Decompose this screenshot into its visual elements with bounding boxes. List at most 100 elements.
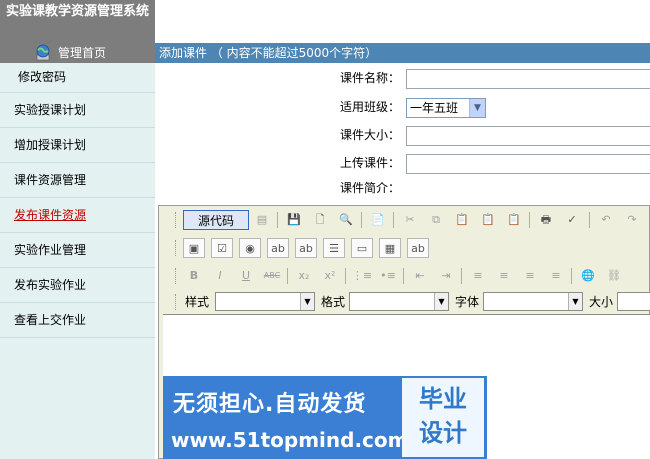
editor-toolbar-row-4: 样式 ▼ 格式 ▼ 字体 ▼ 大小 xyxy=(159,290,650,314)
underline-button[interactable]: U xyxy=(235,266,257,286)
chevron-down-icon: ▼ xyxy=(300,293,314,310)
editor-toolbar-row-3: B I U ABC x₂ x² ⋮≡ •≡ ⇤ ⇥ ≡ ≡ ≡ ≡ 🌐 ⛓ xyxy=(159,264,650,288)
sidebar-item-add-teaching-plan[interactable]: 增加授课计划 xyxy=(0,128,155,163)
intro-row: 课件简介： xyxy=(155,177,650,200)
form-icon[interactable]: ▣ xyxy=(183,238,205,258)
panel-title: 添加课件 （ 内容不能超过5000个字符） xyxy=(155,43,650,63)
align-left-icon[interactable]: ≡ xyxy=(467,266,489,286)
editor-toolbar-row-1: 源代码 ▤ 💾 🗋 🔍 📄 ✂ ⧉ 📋 📋 📋 🖶 ✓ ↶ ↷ xyxy=(159,208,650,232)
intro-label: 课件简介： xyxy=(339,181,400,195)
paste-text-icon[interactable]: 📋 xyxy=(477,210,499,230)
new-page-icon[interactable]: 🗋 xyxy=(309,210,331,230)
sidebar-menu: 修改密码 实验授课计划 增加授课计划 课件资源管理 发布课件资源 实验作业管理 … xyxy=(0,63,155,338)
select-field-icon[interactable]: ☰ xyxy=(323,238,345,258)
size-select[interactable] xyxy=(617,292,650,311)
image-button-icon[interactable]: ▦ xyxy=(379,238,401,258)
cut-icon[interactable]: ✂ xyxy=(399,210,421,230)
chevron-down-icon: ▼ xyxy=(434,293,448,310)
hidden-field-icon[interactable]: ab xyxy=(407,238,429,258)
toolbar-separator xyxy=(589,212,590,228)
upload-input[interactable] xyxy=(406,154,650,174)
sidebar-item-change-password[interactable]: 修改密码 xyxy=(0,63,155,93)
strikethrough-button[interactable]: ABC xyxy=(261,266,283,286)
button-field-icon[interactable]: ▭ xyxy=(351,238,373,258)
numbered-list-icon[interactable]: ⋮≡ xyxy=(351,266,373,286)
banner-slogan: 无须担心.自动发货 xyxy=(173,392,367,417)
doc-props-icon[interactable]: ▤ xyxy=(251,210,273,230)
preview-icon[interactable]: 🔍 xyxy=(335,210,357,230)
class-select[interactable]: 一年五班 ▼ xyxy=(406,98,486,118)
paste-icon[interactable]: 📋 xyxy=(451,210,473,230)
bold-button[interactable]: B xyxy=(183,266,205,286)
size-label: 课件大小： xyxy=(339,128,400,142)
toolbar-separator xyxy=(461,268,462,284)
app-title: 实验课教学资源管理系统 xyxy=(0,0,155,43)
size-row: 课件大小： xyxy=(155,124,650,147)
bulleted-list-icon[interactable]: •≡ xyxy=(377,266,399,286)
class-row: 适用班级： 一年五班 ▼ xyxy=(155,96,650,119)
link-icon[interactable]: 🌐 xyxy=(577,266,599,286)
toolbar-separator xyxy=(345,268,346,284)
sidebar-item-view-submitted-homework[interactable]: 查看上交作业 xyxy=(0,303,155,338)
style-select[interactable]: ▼ xyxy=(215,292,315,311)
outdent-icon[interactable]: ⇤ xyxy=(409,266,431,286)
checkbox-icon[interactable]: ☑ xyxy=(211,238,233,258)
sidebar-item-publish-lab-homework[interactable]: 发布实验作业 xyxy=(0,268,155,303)
toolbar-grip xyxy=(175,212,178,228)
ad-banner[interactable]: 无须担心.自动发货 www.51topmind.com 毕业设计 xyxy=(163,376,487,459)
italic-button[interactable]: I xyxy=(209,266,231,286)
templates-icon[interactable]: 📄 xyxy=(367,210,389,230)
undo-icon[interactable]: ↶ xyxy=(595,210,617,230)
superscript-icon[interactable]: x² xyxy=(319,266,341,286)
toolbar-separator xyxy=(571,268,572,284)
paste-word-icon[interactable]: 📋 xyxy=(503,210,525,230)
toolbar-grip xyxy=(175,268,178,284)
home-link[interactable]: 管理首页 xyxy=(0,43,155,63)
save-icon[interactable]: 💾 xyxy=(283,210,305,230)
source-code-button[interactable]: 源代码 xyxy=(183,210,249,230)
copy-icon[interactable]: ⧉ xyxy=(425,210,447,230)
size-label-editor: 大小 xyxy=(589,295,614,309)
indent-icon[interactable]: ⇥ xyxy=(435,266,457,286)
unlink-icon[interactable]: ⛓ xyxy=(603,266,625,286)
sidebar: 实验课教学资源管理系统 管理首页 修改密码 实验授课计划 增加授课计划 课件资源… xyxy=(0,0,155,459)
globe-computer-icon xyxy=(34,44,52,62)
textarea-icon[interactable]: ab xyxy=(295,238,317,258)
size-input[interactable] xyxy=(406,126,650,146)
spellcheck-icon[interactable]: ✓ xyxy=(561,210,583,230)
subscript-icon[interactable]: x₂ xyxy=(293,266,315,286)
chevron-down-icon: ▼ xyxy=(469,99,485,117)
banner-badge: 毕业设计 xyxy=(402,378,484,457)
upload-label: 上传课件： xyxy=(339,156,400,170)
course-name-input[interactable] xyxy=(406,69,650,89)
font-select[interactable]: ▼ xyxy=(483,292,583,311)
redo-icon[interactable]: ↷ xyxy=(621,210,643,230)
format-select[interactable]: ▼ xyxy=(349,292,449,311)
sidebar-item-courseware-management[interactable]: 课件资源管理 xyxy=(0,163,155,198)
print-icon[interactable]: 🖶 xyxy=(535,210,557,230)
toolbar-grip xyxy=(175,294,178,310)
format-label: 格式 xyxy=(321,295,346,309)
banner-badge-text: 毕业设计 xyxy=(419,385,467,447)
sidebar-item-lab-teaching-plan[interactable]: 实验授课计划 xyxy=(0,93,155,128)
textfield-icon[interactable]: ab xyxy=(267,238,289,258)
class-label: 适用班级： xyxy=(339,100,400,114)
upload-row: 上传课件： xyxy=(155,152,650,175)
class-select-value: 一年五班 xyxy=(410,101,459,115)
align-center-icon[interactable]: ≡ xyxy=(493,266,515,286)
source-code-label: 源代码 xyxy=(197,214,234,228)
course-name-label: 课件名称： xyxy=(339,71,400,85)
home-label: 管理首页 xyxy=(58,46,107,60)
sidebar-item-publish-courseware[interactable]: 发布课件资源 xyxy=(0,198,155,233)
toolbar-separator xyxy=(287,268,288,284)
align-right-icon[interactable]: ≡ xyxy=(519,266,541,286)
align-justify-icon[interactable]: ≡ xyxy=(545,266,567,286)
toolbar-separator xyxy=(403,268,404,284)
toolbar-separator xyxy=(393,212,394,228)
toolbar-grip xyxy=(175,240,178,256)
toolbar-separator xyxy=(529,212,530,228)
style-label: 样式 xyxy=(185,295,210,309)
radio-icon[interactable]: ◉ xyxy=(239,238,261,258)
toolbar-separator xyxy=(277,212,278,228)
sidebar-item-lab-homework-management[interactable]: 实验作业管理 xyxy=(0,233,155,268)
